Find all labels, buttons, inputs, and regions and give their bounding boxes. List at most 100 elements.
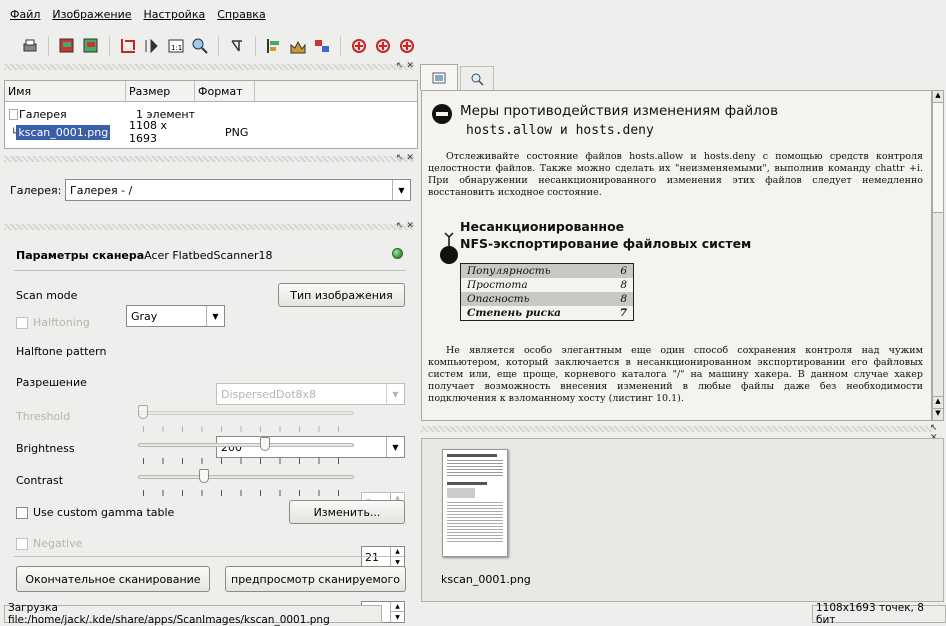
risk-row: Опасность 8 bbox=[461, 292, 633, 306]
folder-icon bbox=[9, 109, 18, 120]
status-message: Загрузка file:/home/jack/.kde/share/apps… bbox=[4, 602, 382, 626]
gamma-checkbox[interactable]: Use custom gamma table bbox=[16, 506, 174, 519]
image-type-button[interactable]: Тип изображения bbox=[278, 283, 405, 307]
thumbnail-image[interactable] bbox=[442, 449, 508, 557]
mirror-vertical-icon[interactable] bbox=[313, 37, 331, 55]
down-arrow-icon[interactable]: ▼ bbox=[933, 408, 943, 420]
rotate-cw-icon[interactable] bbox=[374, 37, 392, 55]
close-icon[interactable]: ↖ ✕ bbox=[396, 221, 414, 231]
document-view[interactable]: Меры противодействия изменениям файлов h… bbox=[421, 90, 932, 421]
bomb-icon bbox=[436, 229, 462, 265]
contrast-label: Contrast bbox=[16, 474, 64, 487]
toolbar: 1:1 bbox=[0, 30, 946, 62]
up-arrow-icon[interactable]: ▲ bbox=[933, 396, 943, 408]
close-icon[interactable]: ↖ ✕ bbox=[396, 153, 414, 163]
risk-table: Популярность 6 Простота 8 Опасность 8 Степе… bbox=[460, 263, 634, 321]
save-as-icon[interactable] bbox=[82, 37, 100, 55]
status-image-info: 1108x1693 точек, 8 бит bbox=[812, 602, 946, 626]
panel-grip[interactable] bbox=[421, 426, 935, 432]
thumbnail-view[interactable]: kscan_0001.png bbox=[421, 438, 944, 602]
contrast-handle[interactable] bbox=[199, 469, 209, 483]
halftoning-checkbox[interactable]: Halftoning bbox=[16, 316, 90, 329]
zoom-icon[interactable] bbox=[191, 37, 209, 55]
up-arrow-icon[interactable]: ▲ bbox=[933, 91, 943, 103]
panel-grip[interactable] bbox=[4, 224, 414, 230]
doc-heading1: Меры противодействия изменениям файлов bbox=[460, 103, 779, 119]
mirror-icon[interactable] bbox=[143, 37, 161, 55]
preview-scan-button[interactable]: предпросмотр сканируемого bbox=[225, 566, 406, 592]
document-scrollbar[interactable]: ▲ ▲ ▼ bbox=[932, 90, 944, 421]
halftone-pattern-label: Halftone pattern bbox=[16, 345, 107, 358]
menu-settings[interactable]: Настройка bbox=[144, 8, 206, 21]
save-image-icon[interactable] bbox=[58, 37, 76, 55]
svg-text:1:1: 1:1 bbox=[171, 44, 182, 52]
brightness-handle[interactable] bbox=[260, 437, 270, 451]
thumbnail-label: kscan_0001.png bbox=[441, 573, 531, 586]
final-scan-button[interactable]: Окончательное сканирование bbox=[16, 566, 210, 592]
halftone-pattern-combo[interactable]: DispersedDot8x8 ▼ bbox=[216, 383, 405, 405]
doc-paragraph1: Отслеживайте состояние файлов hosts.allo… bbox=[428, 151, 923, 198]
gallery-combo-value: Галерея - / bbox=[70, 183, 133, 197]
change-gamma-button[interactable]: Изменить... bbox=[289, 500, 405, 524]
panel-grip[interactable] bbox=[4, 156, 414, 162]
scan-mode-combo[interactable]: Gray ▼ bbox=[126, 305, 225, 327]
warning-icon bbox=[432, 104, 452, 124]
close-icon[interactable]: ↖ ✕ bbox=[396, 61, 414, 71]
rotate-ccw-icon[interactable] bbox=[398, 37, 416, 55]
tab-search[interactable] bbox=[460, 66, 494, 90]
crop-icon[interactable] bbox=[119, 37, 137, 55]
gallery-name: Галерея bbox=[5, 108, 126, 121]
gallery-combo[interactable]: Галерея - / ▼ bbox=[65, 179, 411, 201]
scan-mode-label: Scan mode bbox=[16, 289, 78, 302]
brightness-slider[interactable] bbox=[138, 436, 354, 466]
brightness-spinbox[interactable]: 21 ▲ ▼ bbox=[361, 546, 405, 568]
doc-heading2a: Несанкционированное bbox=[460, 219, 625, 234]
status-led bbox=[392, 248, 403, 259]
file-size: 1108 x 1693 bbox=[129, 119, 168, 145]
menu-help[interactable]: Справка bbox=[217, 8, 265, 21]
negative-checkbox[interactable]: Negative bbox=[16, 537, 82, 550]
scrollbar-thumb[interactable] bbox=[933, 103, 943, 213]
doc-heading1-code: hosts.allow и hosts.deny bbox=[466, 123, 654, 138]
ocr-icon[interactable] bbox=[228, 37, 246, 55]
histogram-icon[interactable] bbox=[289, 37, 307, 55]
rotate-180-icon[interactable] bbox=[350, 37, 368, 55]
contrast-slider[interactable] bbox=[138, 468, 354, 498]
chevron-down-icon: ▼ bbox=[206, 306, 224, 326]
panel-grip[interactable] bbox=[4, 64, 414, 70]
menu-file[interactable]: Файл bbox=[10, 8, 40, 21]
up-arrow-icon[interactable]: ▲ bbox=[390, 602, 404, 612]
risk-row: Степень риска 7 bbox=[467, 307, 627, 319]
file-row[interactable]: └ kscan_0001.png 1108 x 1693 PNG bbox=[5, 119, 417, 145]
column-size[interactable]: Размер bbox=[126, 81, 195, 101]
risk-row: Простота 8 bbox=[467, 279, 627, 291]
gallery-label: Галерея: bbox=[10, 183, 62, 197]
actual-size-icon[interactable]: 1:1 bbox=[167, 37, 185, 55]
threshold-label: Threshold bbox=[16, 410, 71, 423]
threshold-handle[interactable] bbox=[138, 405, 148, 419]
checkbox-icon bbox=[16, 317, 28, 329]
column-name[interactable]: Имя bbox=[5, 81, 126, 101]
chevron-down-icon: ▼ bbox=[386, 437, 404, 457]
risk-row: Популярность 6 bbox=[461, 264, 633, 278]
file-name-cell: └ kscan_0001.png bbox=[11, 124, 111, 140]
doc-heading2b: NFS-экспортирование файловых систем bbox=[460, 236, 752, 251]
gallery-row[interactable]: Галерея 1 элемент bbox=[5, 105, 417, 123]
file-list[interactable]: Имя Размер Формат Галерея 1 элемент └ ksc… bbox=[4, 80, 418, 149]
resolution-label: Разрешение bbox=[16, 376, 87, 389]
column-format[interactable]: Формат bbox=[195, 81, 255, 101]
doc-paragraph2: Не является особо элегантным еще один сп… bbox=[428, 345, 923, 404]
image-tab-icon bbox=[432, 72, 446, 83]
brightness-label: Brightness bbox=[16, 442, 75, 455]
print-icon[interactable] bbox=[21, 37, 39, 55]
threshold-slider[interactable] bbox=[138, 404, 354, 434]
menu-image[interactable]: Изображение bbox=[52, 8, 131, 21]
file-list-header: Имя Размер Формат bbox=[5, 81, 417, 102]
divider bbox=[14, 556, 406, 557]
flip-icon[interactable] bbox=[265, 37, 283, 55]
down-arrow-icon[interactable]: ▼ bbox=[390, 612, 404, 622]
file-format: PNG bbox=[225, 125, 249, 139]
tab-image[interactable] bbox=[420, 64, 458, 90]
search-icon bbox=[471, 73, 484, 86]
checkbox-icon bbox=[16, 507, 28, 519]
